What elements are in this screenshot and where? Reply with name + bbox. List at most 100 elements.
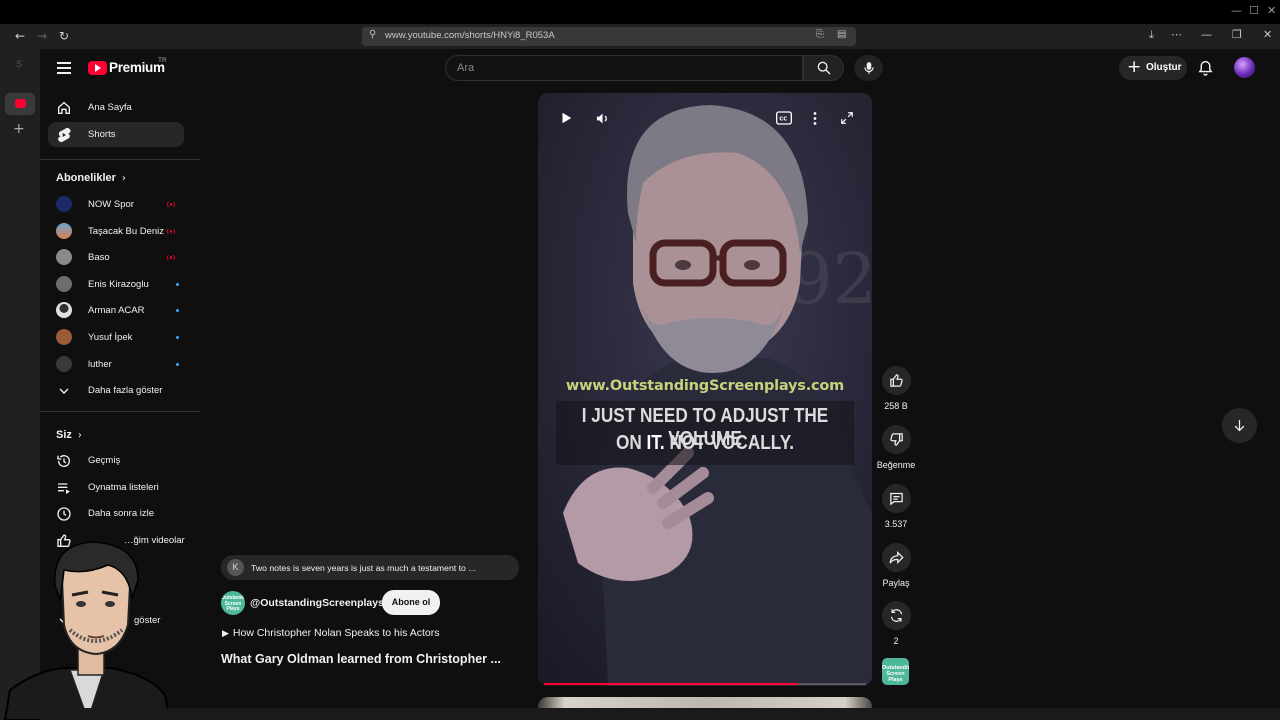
downloads-icon[interactable]: ⤓	[1149, 28, 1154, 42]
more-icon[interactable]: ⋯	[1171, 28, 1182, 41]
sidebar-item-luther[interactable]: luther	[48, 352, 184, 377]
dislike-button[interactable]	[881, 425, 911, 454]
dislike-action[interactable]: Beğenme	[876, 425, 916, 470]
reload-icon[interactable]: ↻	[56, 28, 72, 44]
youtube-logo-icon	[88, 61, 107, 75]
video-progress-fill	[544, 683, 799, 685]
history-icon	[57, 455, 70, 467]
channel-thumbnail-button[interactable]: Outstanding Screen Plays	[882, 658, 909, 685]
home-icon	[58, 101, 70, 114]
shorts-video-player[interactable]: 92 CC www.OutstandingScreenplays.com I J…	[538, 93, 872, 686]
caption-highlight: IT.	[646, 432, 665, 454]
minimize-window-icon[interactable]: —	[1231, 4, 1242, 17]
share-button[interactable]	[881, 543, 911, 572]
microphone-icon	[864, 62, 874, 74]
volume-icon[interactable]	[594, 111, 611, 126]
plus-icon: +	[1127, 57, 1142, 77]
more-options-icon[interactable]	[812, 111, 818, 126]
close-window-icon[interactable]: ✕	[1267, 4, 1276, 17]
notifications-bell-icon[interactable]	[1197, 59, 1214, 77]
channel-avatar-text: Outstanding Screen Plays	[221, 595, 245, 612]
new-content-dot	[176, 283, 179, 286]
channel-avatar	[56, 249, 72, 265]
channel-avatar	[56, 276, 72, 292]
maximize-window-icon[interactable]: ☐	[1249, 4, 1259, 17]
play-icon[interactable]	[559, 111, 573, 125]
forward-icon[interactable]: →	[34, 28, 50, 44]
captions-icon[interactable]: CC	[776, 111, 792, 125]
comments-action[interactable]: 3.537	[876, 484, 916, 529]
you-heading[interactable]: Siz ›	[56, 429, 82, 441]
channel-avatar	[56, 329, 72, 345]
sidebar-item-shorts[interactable]: Shorts	[48, 122, 184, 147]
create-label: Oluştur	[1146, 62, 1182, 73]
site-info-icon[interactable]: ⚲	[369, 29, 376, 40]
sidebar-item-history[interactable]: Geçmiş	[48, 448, 184, 473]
video-progress-bar[interactable]	[544, 683, 866, 685]
sidebar-item-watch-later[interactable]: Daha sonra izle	[48, 501, 184, 526]
address-bar[interactable]: ⚲ www.youtube.com/shorts/HNYi8_R053A ⎘ ▤	[362, 27, 856, 46]
bottom-scroll-strip	[40, 708, 1280, 720]
remix-button[interactable]	[881, 601, 911, 630]
logo-text: Premium	[109, 60, 165, 75]
youtube-tab-icon[interactable]	[5, 93, 35, 115]
sidebar-item-enis-kirazoglu[interactable]: Enis Kirazoglu	[48, 272, 184, 297]
sidebar-item-yusuf-ipek[interactable]: Yusuf İpek	[48, 325, 184, 350]
search-button[interactable]	[803, 55, 844, 81]
back-icon[interactable]: ←	[12, 28, 28, 44]
channel-avatar[interactable]: Outstanding Screen Plays	[221, 591, 245, 615]
sidebar-item-label: Ana Sayfa	[88, 102, 132, 113]
restore-icon[interactable]: ❐	[1232, 28, 1242, 41]
window-titlebar: — ☐ ✕	[0, 0, 1280, 24]
show-more-subscriptions[interactable]: Daha fazla göster	[48, 378, 184, 403]
channel-avatar	[56, 356, 72, 372]
like-count: 258 B	[884, 401, 908, 411]
new-content-dot	[176, 309, 179, 312]
top-comment-text: Two notes is seven years is just as much…	[251, 563, 476, 573]
top-comment-chip[interactable]: K Two notes is seven years is just as mu…	[221, 555, 519, 580]
reader-icon[interactable]: ▤	[837, 29, 846, 40]
sidebar-item-now-spor[interactable]: NOW Spor	[48, 192, 184, 217]
account-avatar[interactable]	[1234, 57, 1255, 78]
channel-handle-link[interactable]: @OutstandingScreenplays	[250, 597, 384, 609]
like-button[interactable]	[881, 366, 911, 395]
sidebar-item-baso[interactable]: Baso	[48, 245, 184, 270]
like-action[interactable]: 258 B	[876, 366, 916, 411]
comment-count: 3.537	[884, 519, 908, 529]
dislike-label: Beğenme	[876, 460, 916, 470]
sidebar-item-home[interactable]: Ana Sayfa	[48, 95, 184, 120]
thumbs-down-icon	[889, 433, 903, 446]
short-title[interactable]: What Gary Oldman learned from Christophe…	[221, 652, 501, 666]
next-short-button[interactable]	[1222, 408, 1257, 443]
minimize-icon[interactable]: —	[1201, 28, 1212, 41]
create-button[interactable]: + Oluştur	[1119, 56, 1187, 80]
remix-count: 2	[893, 636, 899, 646]
sidebar-item-playlists[interactable]: Oynatma listeleri	[48, 475, 184, 500]
add-tab-icon[interactable]: +	[13, 121, 25, 137]
shorts-icon	[58, 127, 71, 143]
sidebar-item-tasacak-bu-deniz[interactable]: Taşacak Bu Deniz	[48, 219, 184, 244]
comment-icon	[889, 492, 903, 506]
sidebar-item-arman-acar[interactable]: Arman ACAR	[48, 298, 184, 323]
playlist-title: How Christopher Nolan Speaks to his Acto…	[232, 627, 440, 639]
search-input[interactable]: Ara	[445, 55, 803, 81]
voice-search-button[interactable]	[854, 55, 883, 81]
sidebar-item-label: NOW Spor	[88, 199, 134, 210]
remix-icon	[890, 609, 902, 622]
subscriptions-heading[interactable]: Abonelikler ›	[56, 172, 126, 184]
menu-icon[interactable]	[57, 62, 71, 74]
channel-thumb-text: Outstanding Screen Plays	[882, 665, 909, 683]
translate-icon[interactable]: ⎘	[816, 29, 824, 40]
fullscreen-icon[interactable]	[840, 111, 854, 125]
share-action[interactable]: Paylaş	[876, 543, 916, 588]
sidebar-item-label: Daha fazla göster	[88, 385, 163, 396]
playlist-link[interactable]: ▶ How Christopher Nolan Speaks to his Act…	[222, 627, 440, 639]
sidebar-item-label: luther	[88, 359, 112, 370]
comments-button[interactable]	[881, 484, 911, 513]
remix-action[interactable]: 2	[876, 601, 916, 646]
new-content-dot	[176, 363, 179, 366]
close-icon[interactable]: ✕	[1263, 28, 1272, 41]
svg-text:CC: CC	[779, 117, 787, 123]
sidebar-item-label: Enis Kirazoglu	[88, 279, 149, 290]
subscribe-button[interactable]: Abone ol	[382, 590, 440, 615]
